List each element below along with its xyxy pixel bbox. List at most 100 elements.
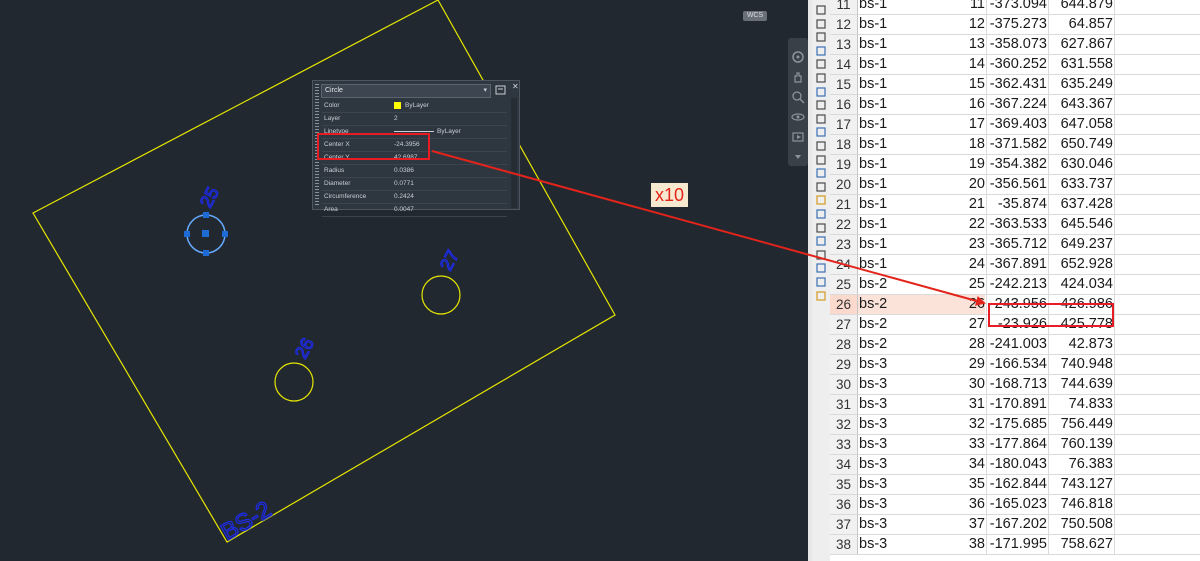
cell-y[interactable]: 650.749 bbox=[1050, 135, 1113, 154]
cell-block[interactable]: bs-1 bbox=[859, 135, 887, 154]
row-header[interactable]: 34 bbox=[830, 455, 858, 474]
row-header[interactable]: 16 bbox=[830, 95, 858, 114]
cell-block[interactable]: bs-1 bbox=[859, 155, 887, 174]
cell-block[interactable]: bs-3 bbox=[859, 495, 887, 514]
text-tool-icon[interactable] bbox=[815, 249, 827, 261]
pan-hand-icon[interactable] bbox=[791, 70, 805, 84]
row-header[interactable]: 18 bbox=[830, 135, 858, 154]
cell-x[interactable]: -360.252 bbox=[987, 55, 1047, 74]
orbit-icon[interactable] bbox=[791, 110, 805, 124]
row-header[interactable]: 37 bbox=[830, 515, 858, 534]
row-header[interactable]: 26 bbox=[830, 295, 858, 314]
cell-block[interactable]: bs-3 bbox=[859, 535, 887, 554]
cell-x[interactable]: -358.073 bbox=[987, 35, 1047, 54]
spreadsheet[interactable]: 11 bs-1 11 -373.094 644.879 12 bs-1 12 -375.273 6… bbox=[830, 0, 1200, 561]
table-row[interactable]: 31 bs-3 31 -170.891 74.833 bbox=[830, 395, 1200, 415]
cell-y[interactable]: 633.737 bbox=[1050, 175, 1113, 194]
row-header[interactable]: 24 bbox=[830, 255, 858, 274]
cell-index[interactable]: 32 bbox=[890, 415, 985, 434]
row-header[interactable]: 23 bbox=[830, 235, 858, 254]
row-header[interactable]: 15 bbox=[830, 75, 858, 94]
cell-y[interactable]: 758.627 bbox=[1050, 535, 1113, 554]
cell-x[interactable]: -167.202 bbox=[987, 515, 1047, 534]
cell-block[interactable]: bs-3 bbox=[859, 435, 887, 454]
cell-block[interactable]: bs-3 bbox=[859, 375, 887, 394]
grip-left[interactable] bbox=[184, 231, 190, 237]
copy-tool-icon[interactable] bbox=[815, 86, 827, 98]
cell-index[interactable]: 38 bbox=[890, 535, 985, 554]
cell-x[interactable]: -363.533 bbox=[987, 215, 1047, 234]
property-row-layer[interactable]: Layer 2 bbox=[322, 113, 507, 126]
hole-circle-27[interactable] bbox=[421, 275, 461, 315]
cell-x[interactable]: -369.403 bbox=[987, 115, 1047, 134]
table-row[interactable]: 17 bs-1 17 -369.403 647.058 bbox=[830, 115, 1200, 135]
cell-x[interactable]: -362.431 bbox=[987, 75, 1047, 94]
table-row[interactable]: 37 bs-3 37 -167.202 750.508 bbox=[830, 515, 1200, 535]
cell-y[interactable]: 647.058 bbox=[1050, 115, 1113, 134]
cell-y[interactable]: 637.428 bbox=[1050, 195, 1113, 214]
cell-y[interactable]: 750.508 bbox=[1050, 515, 1113, 534]
property-value[interactable]: ByLayer bbox=[394, 100, 429, 112]
cell-x[interactable]: -35.874 bbox=[987, 195, 1047, 214]
table-row[interactable]: 13 bs-1 13 -358.073 627.867 bbox=[830, 35, 1200, 55]
cell-block[interactable]: bs-1 bbox=[859, 35, 887, 54]
wcs-indicator[interactable]: WCS bbox=[743, 11, 767, 21]
insert-tool-icon[interactable] bbox=[815, 222, 827, 234]
cell-y[interactable]: 643.367 bbox=[1050, 95, 1113, 114]
table-row[interactable]: 28 bs-2 28 -241.003 42.873 bbox=[830, 335, 1200, 355]
cell-block[interactable]: bs-1 bbox=[859, 175, 887, 194]
property-row-color[interactable]: Color ByLayer bbox=[322, 100, 507, 113]
cell-x[interactable]: -371.582 bbox=[987, 135, 1047, 154]
cell-index[interactable]: 15 bbox=[890, 75, 985, 94]
cell-index[interactable]: 25 bbox=[890, 275, 985, 294]
table-tool-icon[interactable] bbox=[815, 276, 827, 288]
property-value[interactable]: 0.2424 bbox=[394, 191, 414, 203]
cell-x[interactable]: -171.995 bbox=[987, 535, 1047, 554]
cad-drawing-area[interactable]: 25 27 26 BS-2 WCS Circle ▾ ✕ Color ByLaye… bbox=[0, 0, 808, 561]
row-header[interactable]: 30 bbox=[830, 375, 858, 394]
cell-x[interactable]: -242.213 bbox=[987, 275, 1047, 294]
cell-x[interactable]: -180.043 bbox=[987, 455, 1047, 474]
circle-tool-icon[interactable] bbox=[815, 31, 827, 43]
cell-index[interactable]: 22 bbox=[890, 215, 985, 234]
cell-y[interactable]: 627.867 bbox=[1050, 35, 1113, 54]
cell-index[interactable]: 34 bbox=[890, 455, 985, 474]
cell-x[interactable]: -365.712 bbox=[987, 235, 1047, 254]
cell-block[interactable]: bs-1 bbox=[859, 15, 887, 34]
nav-menu-icon[interactable] bbox=[791, 150, 805, 164]
table-row[interactable]: 18 bs-1 18 -371.582 650.749 bbox=[830, 135, 1200, 155]
table-row[interactable]: 34 bs-3 34 -180.043 76.383 bbox=[830, 455, 1200, 475]
row-header[interactable]: 11 bbox=[830, 0, 858, 14]
cell-x[interactable]: -373.094 bbox=[987, 0, 1047, 14]
cell-block[interactable]: bs-1 bbox=[859, 195, 887, 214]
cell-y[interactable]: 424.034 bbox=[1050, 275, 1113, 294]
property-value[interactable]: 2 bbox=[394, 113, 398, 125]
row-header[interactable]: 36 bbox=[830, 495, 858, 514]
table-row[interactable]: 12 bs-1 12 -375.273 64.857 bbox=[830, 15, 1200, 35]
cell-x[interactable]: -177.864 bbox=[987, 435, 1047, 454]
cell-index[interactable]: 26 bbox=[890, 295, 985, 314]
cell-x[interactable]: -356.561 bbox=[987, 175, 1047, 194]
cell-block[interactable]: bs-3 bbox=[859, 475, 887, 494]
table-row[interactable]: 20 bs-1 20 -356.561 633.737 bbox=[830, 175, 1200, 195]
cell-x[interactable]: -354.382 bbox=[987, 155, 1047, 174]
hole-circle-28[interactable] bbox=[274, 362, 314, 402]
table-row[interactable]: 29 bs-3 29 -166.534 740.948 bbox=[830, 355, 1200, 375]
measure-tool-icon[interactable] bbox=[815, 194, 827, 206]
cell-block[interactable]: bs-2 bbox=[859, 275, 887, 294]
cell-x[interactable]: -165.023 bbox=[987, 495, 1047, 514]
cell-block[interactable]: bs-1 bbox=[859, 95, 887, 114]
line-tool-icon[interactable] bbox=[815, 4, 827, 16]
arc-tool-icon[interactable] bbox=[815, 45, 827, 57]
cell-block[interactable]: bs-2 bbox=[859, 295, 887, 314]
table-row[interactable]: 14 bs-1 14 -360.252 631.558 bbox=[830, 55, 1200, 75]
row-header[interactable]: 25 bbox=[830, 275, 858, 294]
fillet-tool-icon[interactable] bbox=[815, 140, 827, 152]
cell-x[interactable]: -375.273 bbox=[987, 15, 1047, 34]
row-header[interactable]: 32 bbox=[830, 415, 858, 434]
cell-y[interactable]: 644.879 bbox=[1050, 0, 1113, 14]
table-row[interactable]: 11 bs-1 11 -373.094 644.879 bbox=[830, 0, 1200, 15]
polyline-tool-icon[interactable] bbox=[815, 18, 827, 30]
cell-block[interactable]: bs-1 bbox=[859, 0, 887, 14]
row-header[interactable]: 12 bbox=[830, 15, 858, 34]
